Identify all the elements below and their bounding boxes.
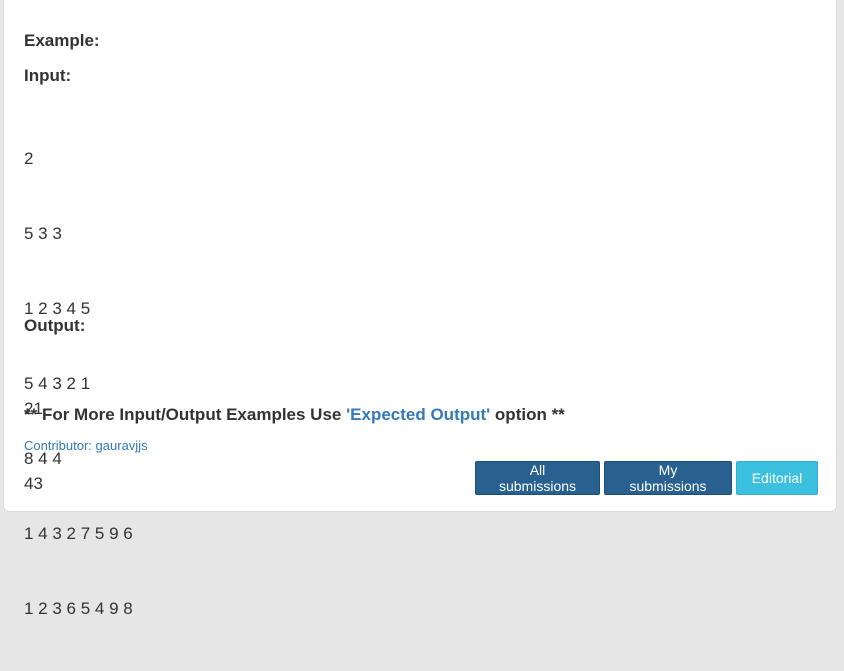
output-heading: Output:	[24, 316, 86, 335]
input-line: 1 2 3 6 5 4 9 8	[24, 599, 133, 618]
example-heading: Example:	[24, 31, 100, 50]
editorial-button[interactable]: Editorial	[736, 461, 818, 495]
more-examples-note: ** For More Input/Output Examples Use 'E…	[24, 405, 565, 425]
contributor: Contributor: gauravjjs	[24, 438, 148, 453]
input-line: 2	[24, 149, 34, 168]
contributor-name-link[interactable]: gauravjjs	[96, 438, 148, 453]
problem-card: Example: Input: 2 5 3 3 1 2 3 4 5 5 4 3 …	[3, 0, 837, 618]
input-heading: Input:	[24, 66, 72, 85]
output-line: 43	[24, 474, 43, 493]
my-submissions-button[interactable]: My submissions	[604, 461, 732, 495]
contributor-label: Contributor:	[24, 438, 96, 453]
all-submissions-button[interactable]: All submissions	[475, 461, 600, 495]
action-buttons: All submissions My submissions Editorial	[475, 461, 818, 495]
more-examples-suffix: option **	[490, 405, 565, 424]
input-line: 5 3 3	[24, 224, 62, 243]
expected-output-link[interactable]: 'Expected Output'	[346, 405, 490, 424]
more-examples-prefix: ** For More Input/Output Examples Use	[24, 405, 347, 424]
